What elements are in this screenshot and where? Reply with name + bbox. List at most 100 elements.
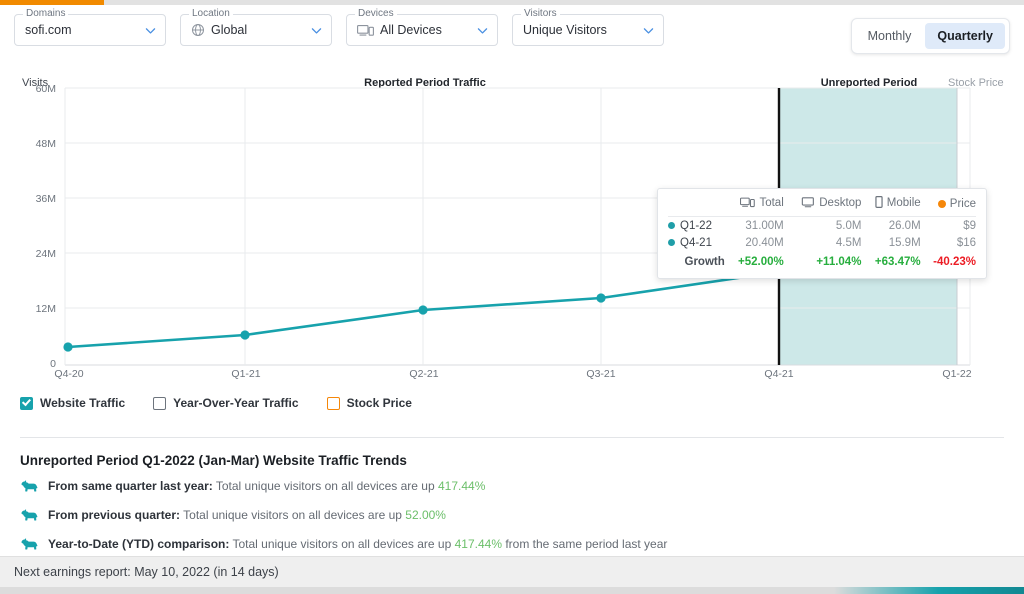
tooltip-cell-desktop: 4.5M	[835, 236, 862, 249]
tooltip-growth-price: -40.23%	[933, 256, 976, 268]
monitor-icon	[801, 196, 815, 211]
data-point	[418, 305, 428, 315]
phone-icon	[875, 196, 883, 211]
insight-row: Year-to-Date (YTD) comparison: Total uni…	[20, 536, 1004, 556]
tooltip-col-mobile: Mobile	[861, 194, 921, 217]
page-load-progressbar	[0, 0, 1024, 5]
insight-text: From same quarter last year: Total uniqu…	[48, 478, 485, 494]
tooltip-cell-total: 20.40M	[745, 236, 784, 249]
globe-icon	[191, 23, 205, 37]
insight-text-before: Total unique visitors on all devices are…	[229, 537, 455, 551]
legend-label: Year-Over-Year Traffic	[173, 396, 299, 410]
tooltip-row-label: Q1-22	[668, 217, 725, 235]
tooltip-row-previous: Q4-21 20.40M 4.5M 15.9M $16	[668, 234, 976, 251]
bottom-progress-thumb[interactable]	[834, 587, 1024, 594]
data-point	[63, 342, 73, 352]
insight-percent: 52.00%	[405, 508, 446, 522]
insight-text-before: Total unique visitors on all devices are…	[212, 479, 438, 493]
tooltip-growth-label: Growth	[684, 256, 725, 268]
chart-legend: Website Traffic Year-Over-Year Traffic S…	[20, 396, 412, 410]
chevron-down-icon[interactable]	[476, 24, 489, 37]
tooltip-col-total: Total	[724, 194, 784, 217]
stock-traffic-dashboard: Domains sofi.com Location Global Devices	[0, 0, 1024, 594]
footer-bar: Next earnings report: May 10, 2022 (in 1…	[0, 556, 1024, 587]
legend-item-yoy-traffic[interactable]: Year-Over-Year Traffic	[153, 396, 299, 410]
series-dot-icon	[668, 221, 675, 229]
tooltip-cell-price: $16	[956, 236, 976, 249]
tooltip-header-row: Total Desktop Mobile Price	[668, 194, 976, 217]
traffic-chart: Visits Reported Period Traffic Unreporte…	[0, 70, 1024, 395]
insight-bold-label: From same quarter last year:	[48, 479, 213, 493]
visitors-select-value: Unique Visitors	[523, 23, 607, 37]
insights-section: Unreported Period Q1-2022 (Jan-Mar) Webs…	[20, 453, 1004, 565]
visitors-select[interactable]: Visitors Unique Visitors	[512, 8, 664, 46]
insight-row: From previous quarter: Total unique visi…	[20, 507, 1004, 527]
progressbar-fill	[0, 0, 104, 5]
location-select-label: Location	[189, 8, 233, 20]
checkbox-website-traffic[interactable]	[20, 396, 33, 410]
devices-icon	[740, 197, 756, 211]
tooltip-row-period: Q1-22	[680, 219, 712, 232]
insight-text: From previous quarter: Total unique visi…	[48, 507, 446, 523]
tooltip-corner-cell	[668, 194, 725, 217]
data-point	[240, 330, 250, 340]
filter-bar: Domains sofi.com Location Global Devices	[14, 8, 664, 46]
tooltip-row-growth: Growth +52.00% +11.04% +63.47% -40.23%	[668, 251, 977, 271]
domains-select-label: Domains	[23, 8, 69, 20]
location-select-value: Global	[211, 23, 248, 37]
insight-percent: 417.44%	[454, 537, 502, 551]
tooltip-row-current: Q1-22 31.00M 5.0M 26.0M $9	[668, 217, 976, 235]
insight-text: Year-to-Date (YTD) comparison: Total uni…	[48, 536, 667, 552]
insight-bold-label: Year-to-Date (YTD) comparison:	[48, 537, 230, 551]
tooltip-row-label: Q4-21	[668, 234, 725, 251]
tooltip-col-mobile-label: Mobile	[886, 197, 921, 209]
insight-row: From same quarter last year: Total uniqu…	[20, 478, 1004, 498]
legend-label: Website Traffic	[40, 396, 126, 410]
chevron-down-icon[interactable]	[642, 24, 655, 37]
domains-select[interactable]: Domains sofi.com	[14, 8, 166, 46]
location-select[interactable]: Location Global	[180, 8, 332, 46]
orange-dot-icon	[937, 199, 946, 208]
chevron-down-icon[interactable]	[310, 24, 323, 37]
tooltip-col-price: Price	[920, 194, 976, 217]
tooltip-row-period: Q4-21	[680, 236, 712, 249]
devices-select-value: All Devices	[380, 23, 442, 37]
visitors-select-label: Visitors	[521, 8, 560, 20]
tooltip-growth-total: +52.00%	[738, 256, 784, 268]
next-earnings-text: Next earnings report: May 10, 2022 (in 1…	[14, 565, 279, 579]
tooltip-col-desktop-label: Desktop	[819, 196, 862, 209]
tooltip-cell-mobile: 15.9M	[888, 236, 921, 249]
legend-item-website-traffic[interactable]: Website Traffic	[20, 396, 125, 410]
period-toggle: Monthly Quarterly	[850, 18, 1010, 54]
data-point	[596, 293, 606, 303]
legend-label: Stock Price	[346, 396, 412, 410]
tooltip-col-price-label: Price	[949, 197, 976, 210]
bull-icon	[20, 536, 39, 556]
legend-item-stock-price[interactable]: Stock Price	[326, 396, 412, 410]
bottom-progress-indicator[interactable]	[0, 587, 1024, 594]
bull-icon	[20, 478, 39, 498]
bull-icon	[20, 507, 39, 527]
domains-select-value: sofi.com	[25, 23, 72, 37]
tooltip-growth-desktop: +11.04%	[816, 256, 862, 268]
devices-select[interactable]: Devices All Devices	[346, 8, 498, 46]
insights-heading: Unreported Period Q1-2022 (Jan-Mar) Webs…	[20, 453, 407, 468]
tooltip-cell-price: $9	[963, 219, 976, 232]
chart-tooltip: Total Desktop Mobile Price Q1-22 31.00M …	[657, 188, 987, 279]
checkbox-yoy-traffic[interactable]	[153, 396, 167, 410]
series-dot-icon	[668, 238, 675, 246]
insight-percent: 417.44%	[438, 479, 486, 493]
period-toggle-monthly[interactable]: Monthly	[856, 23, 924, 49]
tooltip-cell-total: 31.00M	[745, 219, 784, 232]
insight-bold-label: From previous quarter:	[48, 508, 181, 522]
chevron-down-icon[interactable]	[144, 24, 157, 37]
tooltip-cell-desktop: 5.0M	[835, 219, 862, 232]
tooltip-col-total-label: Total	[759, 196, 784, 209]
devices-select-label: Devices	[355, 8, 397, 20]
period-toggle-quarterly[interactable]: Quarterly	[925, 23, 1005, 49]
devices-icon	[357, 24, 374, 37]
insight-text-before: Total unique visitors on all devices are…	[180, 508, 406, 522]
tooltip-table: Total Desktop Mobile Price Q1-22 31.00M …	[668, 194, 976, 271]
checkbox-stock-price[interactable]	[326, 396, 340, 410]
insight-text-after: from the same period last year	[501, 537, 668, 551]
